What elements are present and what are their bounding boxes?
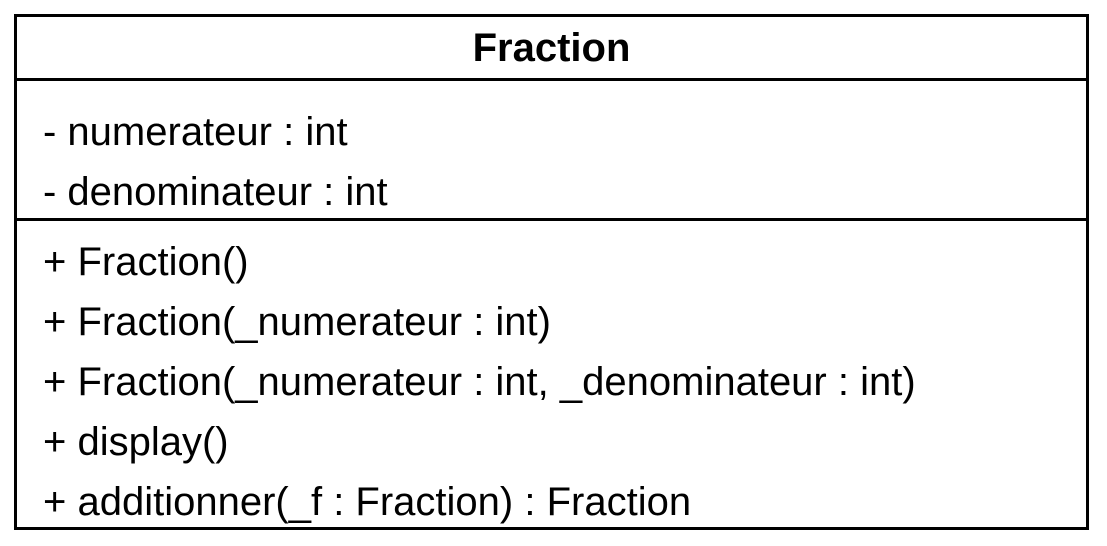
class-name: Fraction [472, 25, 631, 70]
operation-constructor-numerateur: + Fraction(_numerateur : int) [43, 300, 551, 344]
operation-additionner: + additionner(_f : Fraction) : Fraction [43, 480, 692, 524]
attribute-numerateur: - numerateur : int [43, 110, 348, 154]
operation-constructor-full: + Fraction(_numerateur : int, _denominat… [43, 360, 916, 404]
operation-constructor-default: + Fraction() [43, 240, 249, 284]
class-name-compartment: Fraction [17, 17, 1086, 81]
uml-class-box: Fraction - numerateur : int - denominate… [14, 14, 1089, 530]
attributes-compartment: - numerateur : int - denominateur : int [17, 81, 1086, 221]
operations-compartment: + Fraction() + Fraction(_numerateur : in… [17, 221, 1086, 532]
attribute-denominateur: - denominateur : int [43, 170, 388, 214]
operation-display: + display() [43, 420, 229, 464]
